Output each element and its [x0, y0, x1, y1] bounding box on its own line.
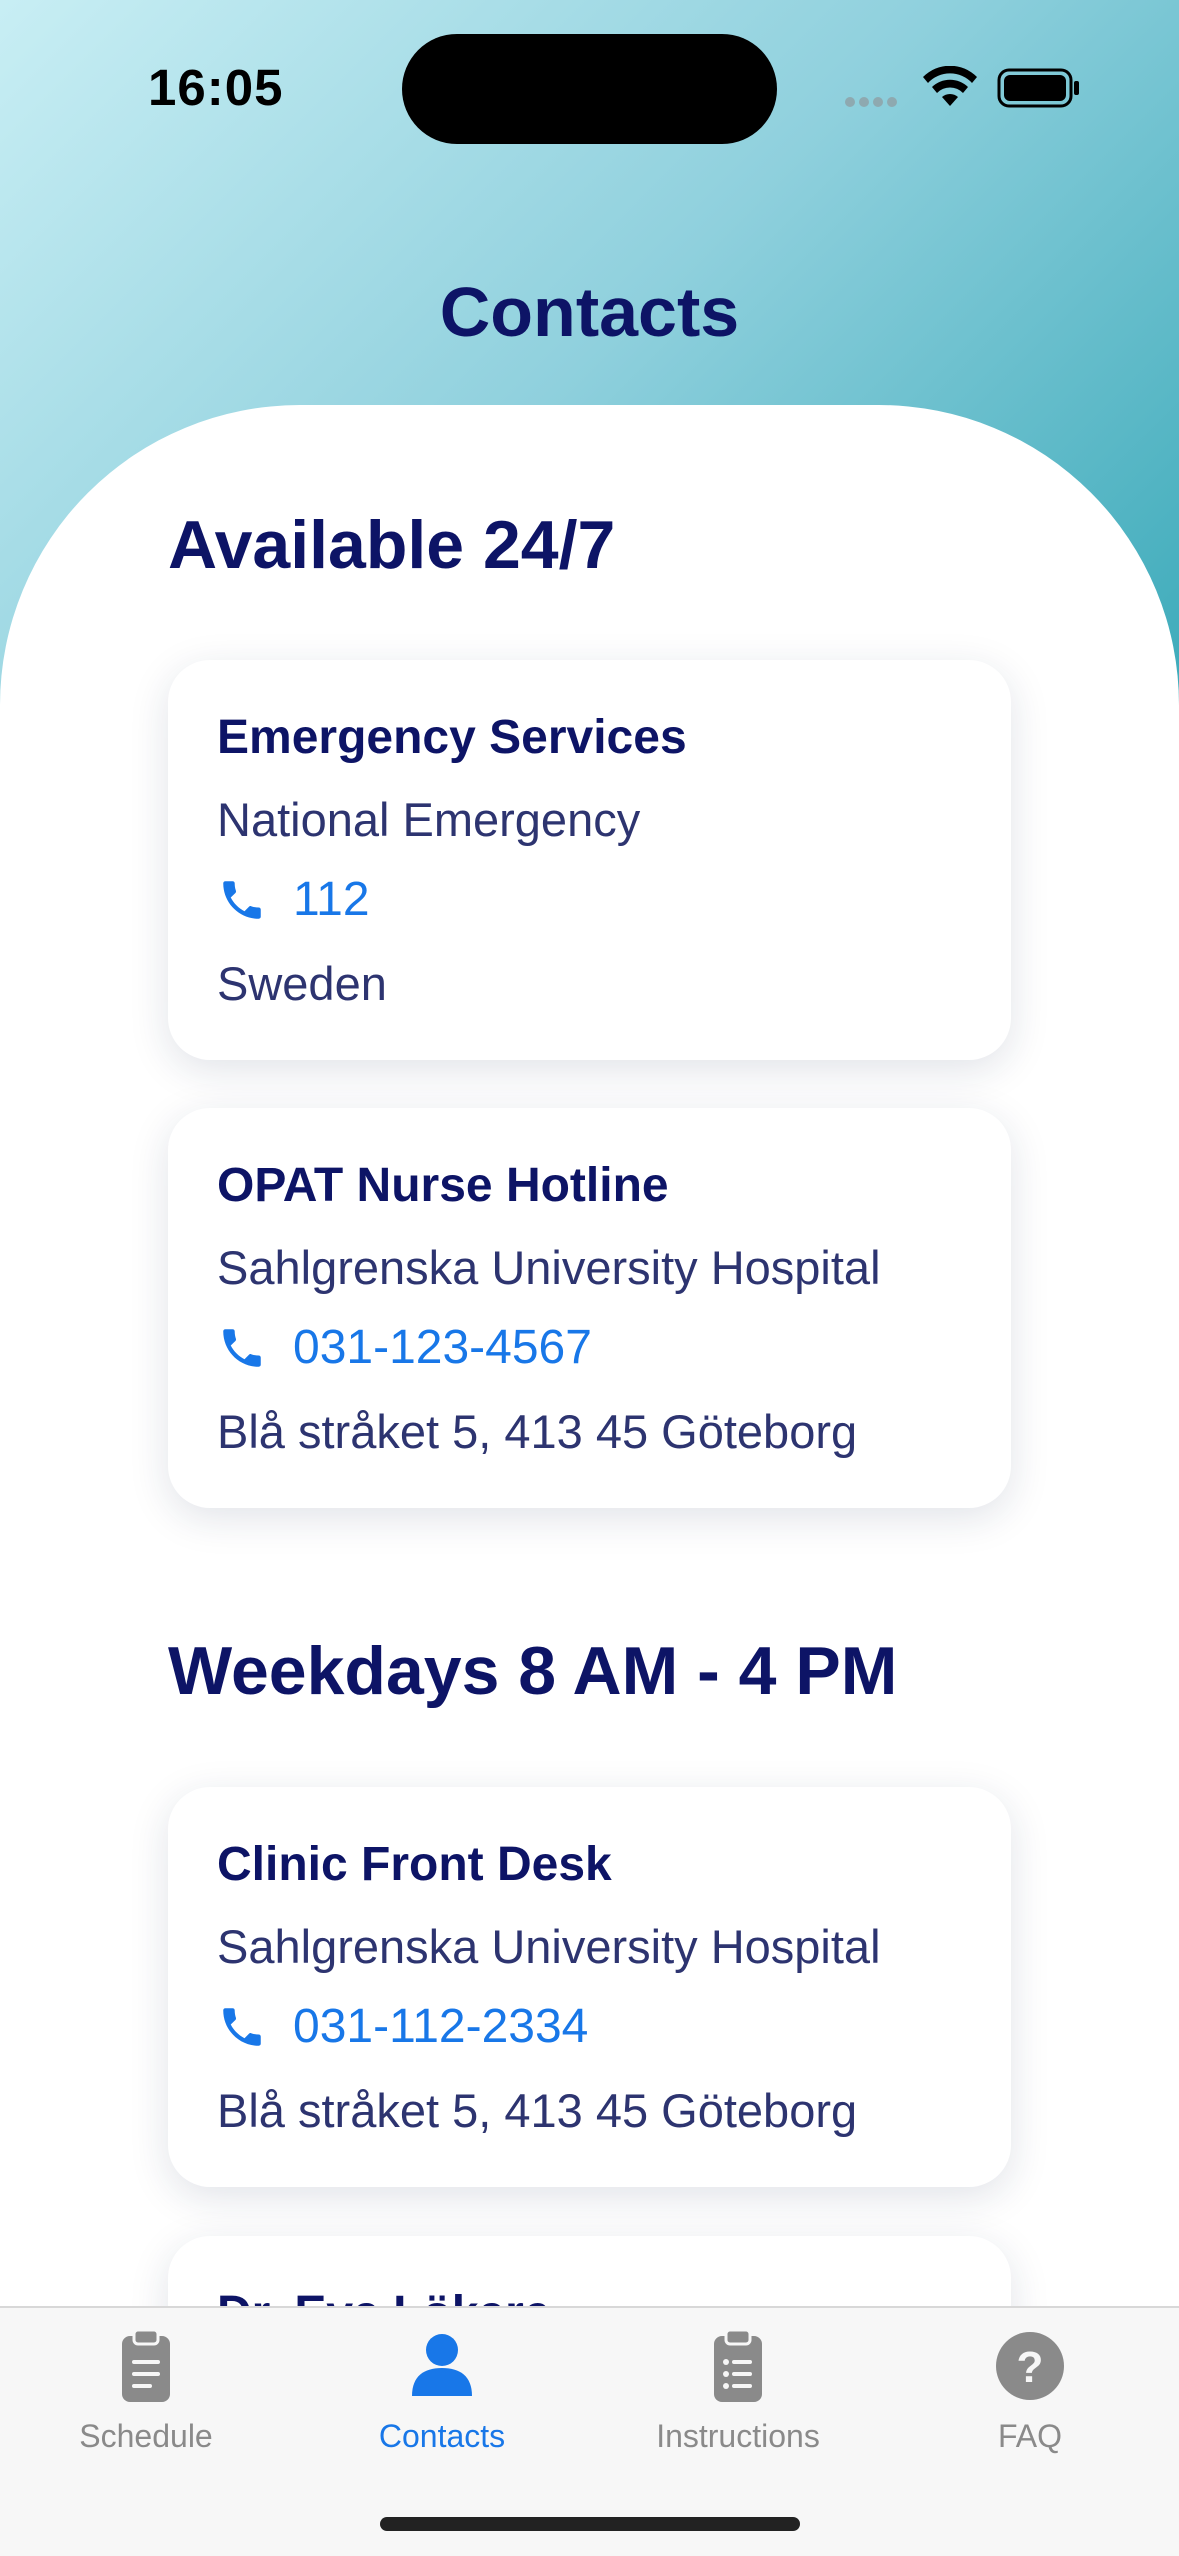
page-title: Contacts [439, 273, 740, 351]
contact-location: Blå stråket 5, 413 45 Göteborg [217, 2084, 858, 2137]
contact-location: Blå stråket 5, 413 45 Göteborg [217, 1405, 858, 1458]
contact-organization: National Emergency [217, 793, 641, 846]
tab-instructions[interactable]: Instructions [618, 2308, 858, 2498]
contact-organization: Sahlgrenska University Hospital [217, 1920, 881, 1973]
contact-name: Clinic Front Desk [217, 1838, 612, 1891]
list-clipboard-icon [714, 2328, 762, 2402]
contact-name: Emergency Services [217, 711, 687, 764]
phone-icon [223, 2007, 261, 2046]
contact-phone-number: 031-123-4567 [293, 1321, 592, 1374]
contact-phone-number: 112 [293, 873, 370, 926]
question-circle-icon: ? [996, 2332, 1064, 2400]
tab-faq[interactable]: ? FAQ [910, 2308, 1150, 2498]
tab-label: Instructions [656, 2418, 820, 2454]
contact-organization: Sahlgrenska University Hospital [217, 1241, 881, 1294]
person-icon [412, 2334, 472, 2396]
contact-card-emergency-services[interactable]: Emergency Services National Emergency 11… [168, 660, 1011, 1060]
contact-phone-link[interactable]: 031-123-4567 [217, 1320, 592, 1375]
tab-schedule[interactable]: Schedule [26, 2308, 266, 2498]
section-title-available-24-7: Available 24/7 [168, 507, 616, 583]
contact-card-opat-nurse-hotline[interactable]: OPAT Nurse Hotline Sahlgrenska Universit… [168, 1108, 1011, 1508]
tab-label: Contacts [378, 2418, 506, 2454]
cellular-signal-icon [845, 94, 905, 107]
battery-icon [997, 68, 1079, 108]
contact-location: Sweden [217, 957, 387, 1010]
tab-label: Schedule [79, 2418, 213, 2454]
home-indicator[interactable] [380, 2517, 800, 2531]
contact-card-clinic-front-desk[interactable]: Clinic Front Desk Sahlgrenska University… [168, 1787, 1011, 2187]
wifi-icon [923, 66, 977, 106]
svg-text:?: ? [1017, 2343, 1044, 2392]
status-bar: 16:05 [0, 0, 1179, 170]
contact-phone-link[interactable]: 112 [217, 872, 370, 927]
contact-phone-link[interactable]: 031-112-2334 [217, 1999, 588, 2054]
status-time: 16:05 [148, 59, 284, 116]
tab-contacts[interactable]: Contacts [322, 2308, 562, 2498]
clipboard-icon [122, 2328, 170, 2402]
section-title-weekdays: Weekdays 8 AM - 4 PM [168, 1633, 898, 1709]
contact-name: OPAT Nurse Hotline [217, 1159, 669, 1212]
tab-label: FAQ [997, 2418, 1062, 2454]
phone-icon [223, 1328, 261, 1367]
dynamic-island [402, 34, 777, 144]
phone-icon [223, 880, 261, 919]
contact-phone-number: 031-112-2334 [293, 2000, 589, 2053]
